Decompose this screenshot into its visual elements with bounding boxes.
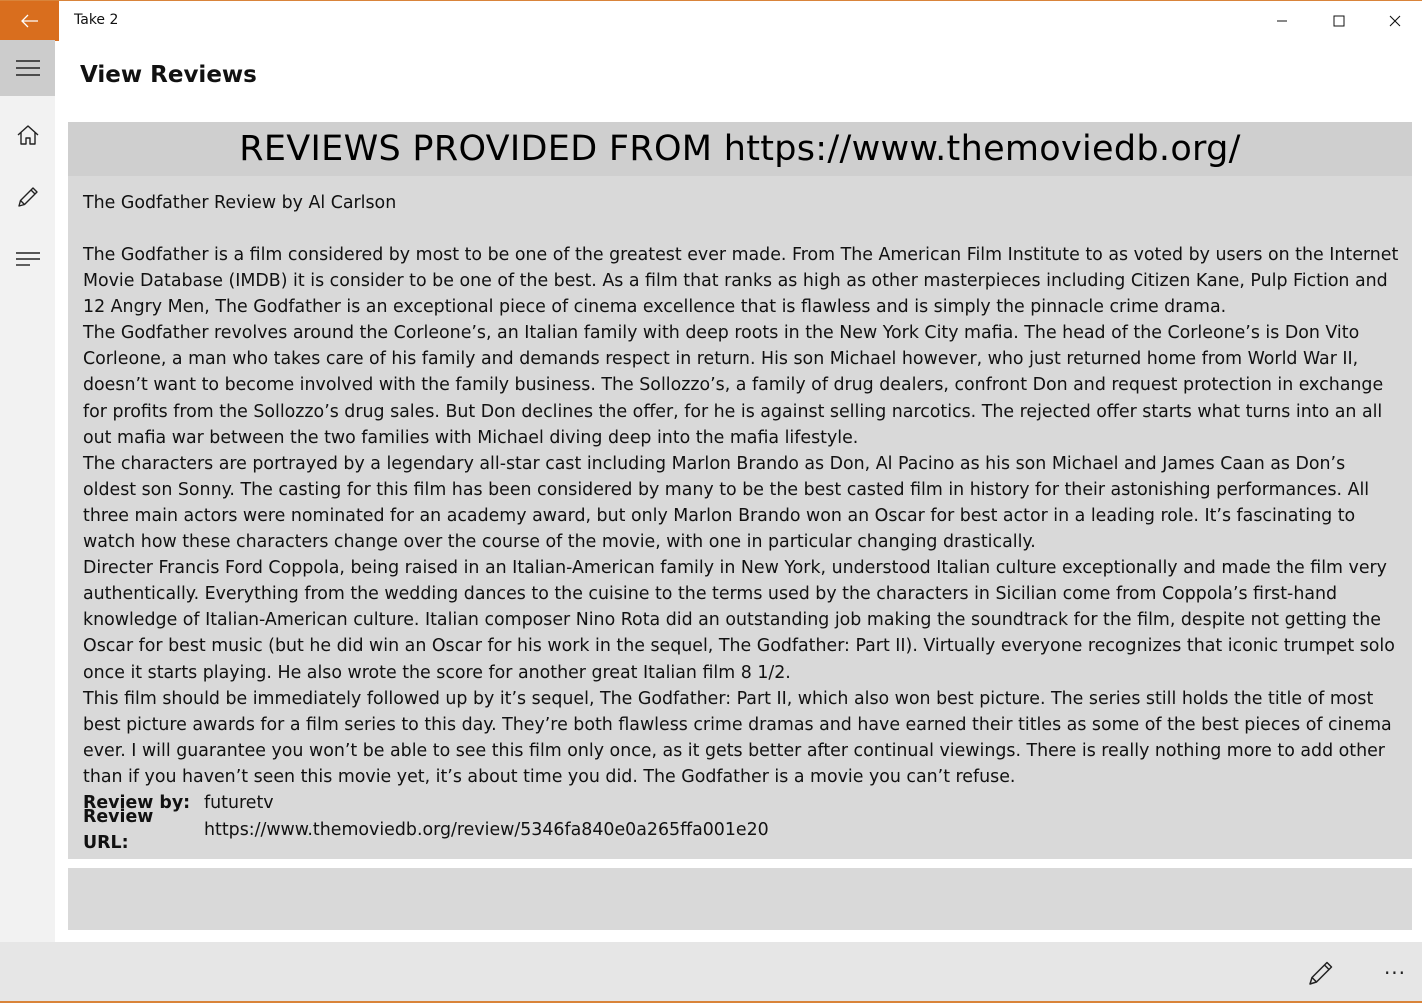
secondary-review-panel [68,868,1412,930]
pencil-icon [17,187,38,207]
page-title: View Reviews [80,62,257,88]
review-paragraph: The Godfather is a film considered by mo… [83,245,1399,318]
review-heading: The Godfather Review by Al Carlson [83,193,397,213]
back-button[interactable] [0,1,59,41]
edit-button[interactable] [1298,950,1344,996]
review-url-row: Review URL: https://www.themoviedb.org/r… [83,807,1401,853]
review-url-link[interactable]: https://www.themoviedb.org/review/5346fa… [204,817,769,843]
title-bar: Take 2 [0,0,1422,41]
minimize-icon [1276,20,1287,22]
review-by-row: Review by: futuretv [83,790,1401,817]
review-panel: REVIEWS PROVIDED FROM https://www.themov… [68,122,1412,859]
command-bar: ··· [0,942,1422,1003]
sidebar-item-list[interactable] [0,235,55,283]
maximize-icon [1333,15,1344,27]
review-paragraph: This film should be immediately followed… [83,688,1392,787]
review-url-label: Review URL: [83,807,154,854]
more-options-button[interactable]: ··· [1372,950,1418,996]
review-by-value: futuretv [204,793,274,814]
sidebar-item-write-review[interactable] [0,173,55,221]
close-button[interactable] [1366,1,1422,41]
back-arrow-icon [20,14,38,28]
review-paragraph: The characters are portrayed by a legend… [83,453,1370,553]
hamburger-icon [15,60,40,76]
hamburger-menu-button[interactable] [0,40,55,96]
app-title: Take 2 [74,12,119,28]
review-paragraph: The Godfather revolves around the Corleo… [83,323,1384,448]
sidebar-item-home[interactable] [0,111,55,159]
home-icon [17,125,38,145]
review-text: The Godfather Review by Al Carlson The G… [83,190,1401,853]
review-paragraph: Directer Francis Ford Coppola, being rai… [83,558,1395,683]
minimize-button[interactable] [1253,1,1310,41]
source-banner-text: REVIEWS PROVIDED FROM https://www.themov… [239,129,1241,169]
close-icon [1389,15,1400,27]
sidebar [0,40,55,942]
list-icon [15,252,40,266]
maximize-button[interactable] [1310,1,1367,41]
pencil-icon [1309,961,1333,985]
source-banner: REVIEWS PROVIDED FROM https://www.themov… [68,122,1412,176]
